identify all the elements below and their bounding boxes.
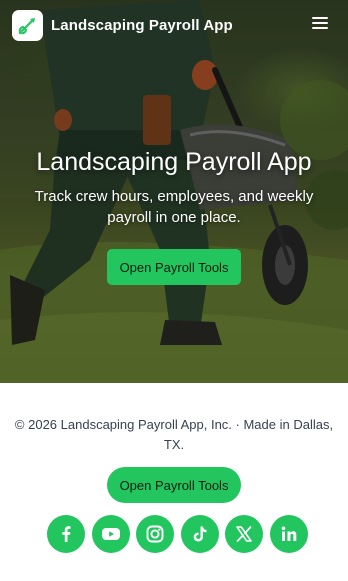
tiktok-icon (193, 526, 206, 542)
copyright-text: © 2026 Landscaping Payroll App, Inc. · M… (14, 417, 334, 452)
hero-title: Landscaping Payroll App (36, 148, 312, 176)
instagram-icon (146, 525, 164, 543)
youtube-icon (101, 528, 120, 540)
hamburger-menu-icon[interactable] (312, 17, 328, 31)
shovel-icon (18, 18, 35, 35)
app-logo[interactable] (12, 9, 43, 41)
hero-subtitle: Track crew hours, employees, and weekly … (34, 188, 314, 226)
x-icon (236, 526, 252, 542)
top-nav-bar: Landscaping Payroll App (0, 0, 348, 50)
youtube-link[interactable] (91, 515, 130, 553)
linkedin-link[interactable] (269, 515, 308, 553)
facebook-link[interactable] (47, 515, 85, 553)
facebook-icon (62, 526, 71, 542)
footer-open-payroll-tools-button[interactable]: Open Payroll Tools (107, 467, 241, 503)
open-payroll-tools-button[interactable]: Open Payroll Tools (107, 249, 241, 285)
app-name[interactable]: Landscaping Payroll App (51, 17, 233, 34)
x-link[interactable] (225, 515, 263, 553)
social-links (47, 515, 308, 553)
hero-section: Landscaping Payroll App Landscaping Payr… (0, 0, 348, 383)
tiktok-link[interactable] (180, 515, 219, 553)
linkedin-icon (281, 526, 296, 541)
instagram-link[interactable] (136, 515, 174, 553)
